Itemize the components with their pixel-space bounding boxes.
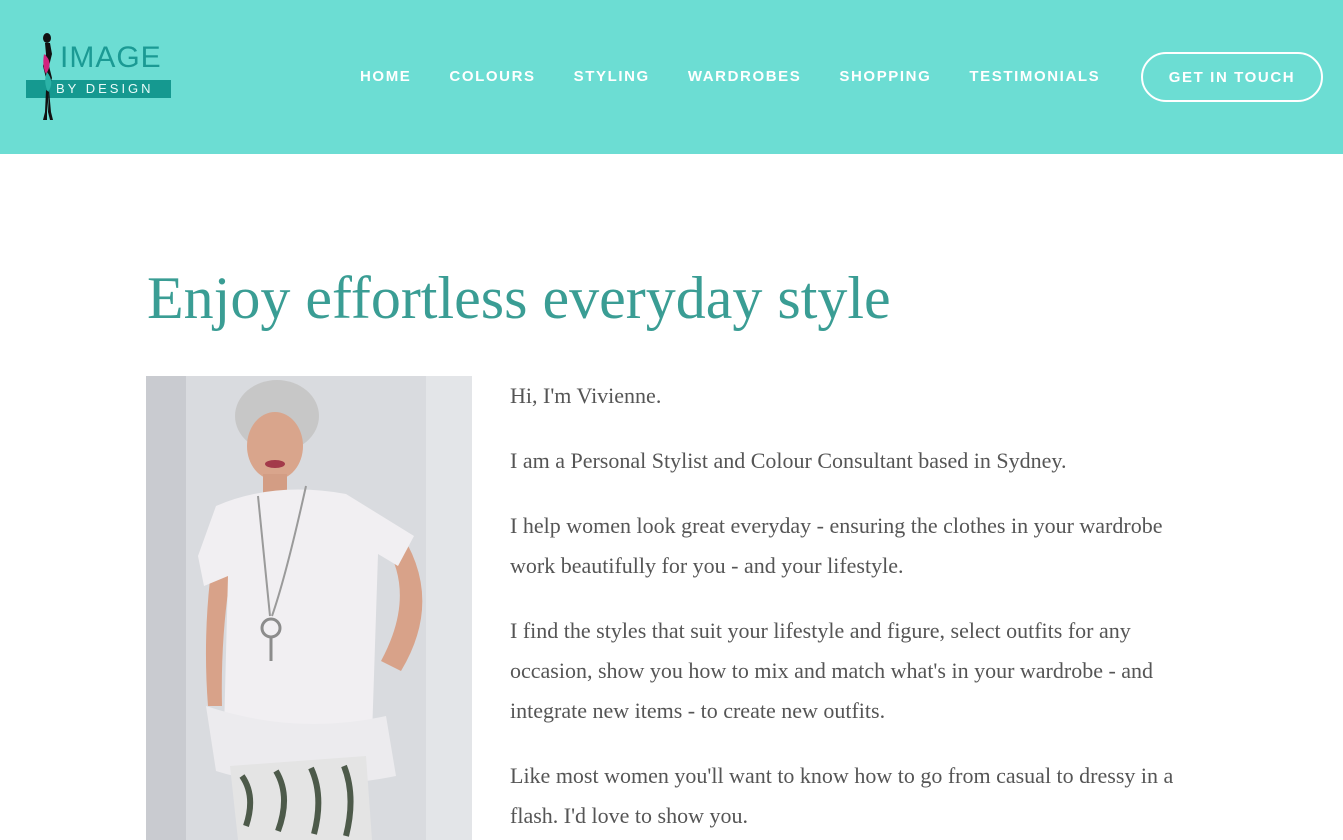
nav-styling[interactable]: STYLING (574, 68, 650, 86)
intro-paragraph: I help women look great everyday - ensur… (510, 513, 1163, 578)
intro-paragraph: I find the styles that suit your lifesty… (510, 618, 1154, 723)
stylist-portrait-image (146, 376, 472, 840)
main-nav: HOME COLOURS STYLING WARDROBES SHOPPING … (360, 68, 1138, 86)
page-headline: Enjoy effortless everyday style (147, 265, 891, 331)
nav-colours[interactable]: COLOURS (449, 68, 535, 86)
logo-bottom-text: BY DESIGN (56, 81, 154, 96)
intro-paragraph: I am a Personal Stylist and Colour Consu… (510, 448, 1067, 473)
nav-shopping[interactable]: SHOPPING (839, 68, 931, 86)
intro-copy: Hi, I'm Vivienne. I am a Personal Stylis… (510, 376, 1210, 840)
logo-figure-icon (43, 33, 53, 120)
nav-testimonials[interactable]: TESTIMONIALS (969, 68, 1100, 86)
site-logo[interactable]: IMAGE BY DESIGN (26, 30, 176, 122)
intro-paragraph: Hi, I'm Vivienne. (510, 383, 662, 408)
get-in-touch-button[interactable]: GET IN TOUCH (1141, 52, 1323, 102)
site-header: IMAGE BY DESIGN HOME COLOURS STYLING WAR… (0, 0, 1343, 154)
intro-paragraph: Like most women you'll want to know how … (510, 763, 1174, 828)
nav-home[interactable]: HOME (360, 68, 411, 86)
nav-wardrobes[interactable]: WARDROBES (688, 68, 802, 86)
logo-top-text: IMAGE (60, 41, 162, 74)
stylist-photo (146, 376, 472, 840)
